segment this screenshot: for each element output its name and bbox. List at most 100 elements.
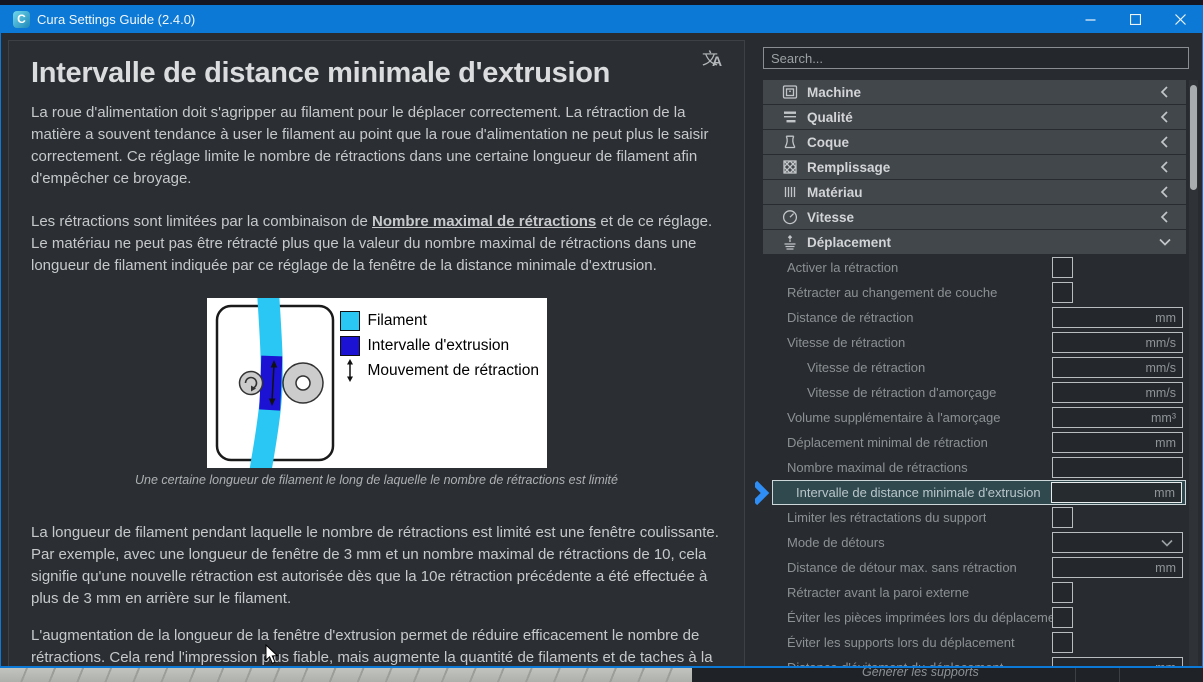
setting-eviter-les-pieces-imprimees-lors-du-deplacement[interactable]: Éviter les pièces imprimées lors du dépl… (763, 605, 1186, 630)
window-controls (1068, 5, 1203, 33)
setting-label: Mode de détours (787, 535, 885, 550)
cura-logo-letter: C (17, 12, 26, 26)
setting-value-input[interactable]: mm/s (1052, 357, 1183, 378)
setting-value-input[interactable]: mm/s (1052, 382, 1183, 403)
category-label: Matériau (807, 184, 863, 200)
maximize-button[interactable] (1113, 5, 1158, 33)
close-button[interactable] (1158, 5, 1203, 33)
setting-label: Vitesse de rétraction d'amorçage (807, 385, 997, 400)
setting-control: mm/s (1052, 382, 1186, 403)
setting-retracter-au-changement-de-couche[interactable]: Rétracter au changement de couche (763, 280, 1186, 305)
cura-logo-icon: C (13, 10, 30, 28)
setting-checkbox[interactable] (1052, 282, 1073, 303)
setting-checkbox[interactable] (1052, 257, 1073, 278)
setting-label: Vitesse de rétraction (807, 360, 926, 375)
screen: C Cura Settings Guide (2.4.0) 文A Interva… (0, 0, 1203, 682)
settings-tree: Machine Qualité Coque Remplissage Matériau Vi… (755, 80, 1186, 668)
article-panel: 文A Intervalle de distance minimale d'ext… (8, 40, 745, 668)
category-machine[interactable]: Machine (763, 80, 1186, 104)
setting-checkbox[interactable] (1052, 607, 1073, 628)
background-setting-label: Générer les supports (862, 668, 979, 679)
setting-activer-la-retraction[interactable]: Activer la rétraction (763, 255, 1186, 280)
category-vitesse[interactable]: Vitesse (763, 205, 1186, 229)
setting-value-input[interactable]: mm (1052, 557, 1183, 578)
category-qualite[interactable]: Qualité (763, 105, 1186, 129)
setting-control: mm/s (1052, 357, 1186, 378)
setting-control (1052, 457, 1186, 478)
setting-value-input[interactable]: mm (1052, 432, 1183, 453)
background-app-bottom-strip: Générer les supports (0, 668, 1203, 682)
setting-eviter-les-supports-lors-du-deplacement[interactable]: Éviter les supports lors du déplacement (763, 630, 1186, 655)
setting-label: Distance de détour max. sans rétraction (787, 560, 1017, 575)
background-separator (1119, 668, 1120, 682)
category-label: Déplacement (807, 234, 892, 250)
setting-limiter-les-retractations-du-support[interactable]: Limiter les rétractations du support (763, 505, 1186, 530)
background-settings-strip: Générer les supports (692, 668, 1203, 682)
setting-label: Limiter les rétractations du support (787, 510, 987, 525)
category-remplissage[interactable]: Remplissage (763, 155, 1186, 179)
setting-label: Activer la rétraction (787, 260, 899, 275)
setting-deplacement-minimal-de-retraction[interactable]: Déplacement minimal de rétraction mm (763, 430, 1186, 455)
category-label: Qualité (807, 109, 853, 125)
setting-control (1052, 507, 1186, 528)
setting-checkbox[interactable] (1052, 632, 1073, 653)
setting-label: Volume supplémentaire à l'amorçage (787, 410, 1001, 425)
unit-label: mm (1155, 435, 1176, 450)
chevron-left-icon (1156, 83, 1174, 101)
setting-distance-de-retraction[interactable]: Distance de rétraction mm (763, 305, 1186, 330)
sidebar-scrollbar[interactable] (1189, 80, 1198, 668)
legend-swatch (339, 335, 360, 356)
idler-wheel-hole (294, 375, 311, 392)
figure-legend: Filament Intervalle d'extrusion Mouvement … (339, 308, 539, 383)
setting-control: mm (1052, 557, 1186, 578)
chevron-down-icon (1156, 233, 1174, 251)
setting-vitesse-de-retraction[interactable]: Vitesse de rétraction mm/s (763, 330, 1186, 355)
chevron-down-icon (1158, 534, 1176, 552)
setting-label: Vitesse de rétraction (787, 335, 906, 350)
setting-control (1052, 532, 1186, 553)
setting-value-input[interactable]: mm (1052, 307, 1183, 328)
legend-item-intervalle-d-extrusion: Intervalle d'extrusion (339, 333, 539, 358)
setting-intervalle-de-distance-minimale-d-extrusion[interactable]: Intervalle de distance minimale d'extrus… (755, 480, 1186, 506)
setting-control: mm/s (1052, 332, 1186, 353)
travel-icon (781, 233, 799, 251)
setting-dropdown[interactable] (1052, 532, 1183, 553)
setting-checkbox[interactable] (1052, 582, 1073, 603)
paragraph-4: L'augmentation de la longueur de la fenê… (31, 626, 713, 666)
setting-vitesse-de-retraction[interactable]: Vitesse de rétraction mm/s (763, 355, 1186, 380)
category-coque[interactable]: Coque (763, 130, 1186, 154)
setting-control (1052, 582, 1186, 603)
setting-control: mm (1051, 482, 1185, 503)
setting-mode-de-detours[interactable]: Mode de détours (763, 530, 1186, 555)
minimize-button[interactable] (1068, 5, 1113, 33)
setting-value-input[interactable] (1052, 457, 1183, 478)
sidebar-scrollbar-thumb[interactable] (1190, 85, 1197, 190)
settings-sidebar: Machine Qualité Coque Remplissage Matériau Vi… (755, 33, 1203, 668)
category-materiau[interactable]: Matériau (763, 180, 1186, 204)
category-label: Vitesse (807, 209, 855, 225)
category-deplacement[interactable]: Déplacement (763, 230, 1186, 254)
chevron-left-icon (1156, 208, 1174, 226)
setting-control (1052, 632, 1186, 653)
setting-value-input[interactable]: mm (1051, 482, 1182, 503)
translate-icon[interactable]: 文A (700, 45, 728, 73)
setting-link-max-retractions[interactable]: Nombre maximal de rétractions (372, 213, 596, 230)
setting-volume-supplementaire-a-l-amorcage[interactable]: Volume supplémentaire à l'amorçage mm³ (763, 405, 1186, 430)
shell-icon (781, 133, 799, 151)
paragraph-1: La roue d'alimentation doit s'agripper a… (31, 104, 709, 188)
layers-icon (781, 108, 799, 126)
setting-nombre-maximal-de-retractions[interactable]: Nombre maximal de rétractions (763, 455, 1186, 480)
legend-item-mouvement-de-retraction: Mouvement de rétraction (340, 358, 539, 383)
setting-value-input[interactable]: mm/s (1052, 332, 1183, 353)
setting-retracter-avant-la-paroi-externe[interactable]: Rétracter avant la paroi externe (763, 580, 1186, 605)
search-input[interactable] (763, 47, 1189, 69)
setting-value-input[interactable]: mm³ (1052, 407, 1183, 428)
setting-label: Nombre maximal de rétractions (787, 460, 968, 475)
setting-checkbox[interactable] (1052, 507, 1073, 528)
figure-diagram: Filament Intervalle d'extrusion Mouvement … (206, 291, 547, 477)
setting-distance-de-detour-max-sans-retraction[interactable]: Distance de détour max. sans rétraction m… (763, 555, 1186, 580)
setting-control: mm (1052, 307, 1186, 328)
setting-label: Rétracter au changement de couche (787, 285, 998, 300)
category-label: Coque (807, 134, 849, 150)
setting-vitesse-de-retraction-d-amorcage[interactable]: Vitesse de rétraction d'amorçage mm/s (763, 380, 1186, 405)
